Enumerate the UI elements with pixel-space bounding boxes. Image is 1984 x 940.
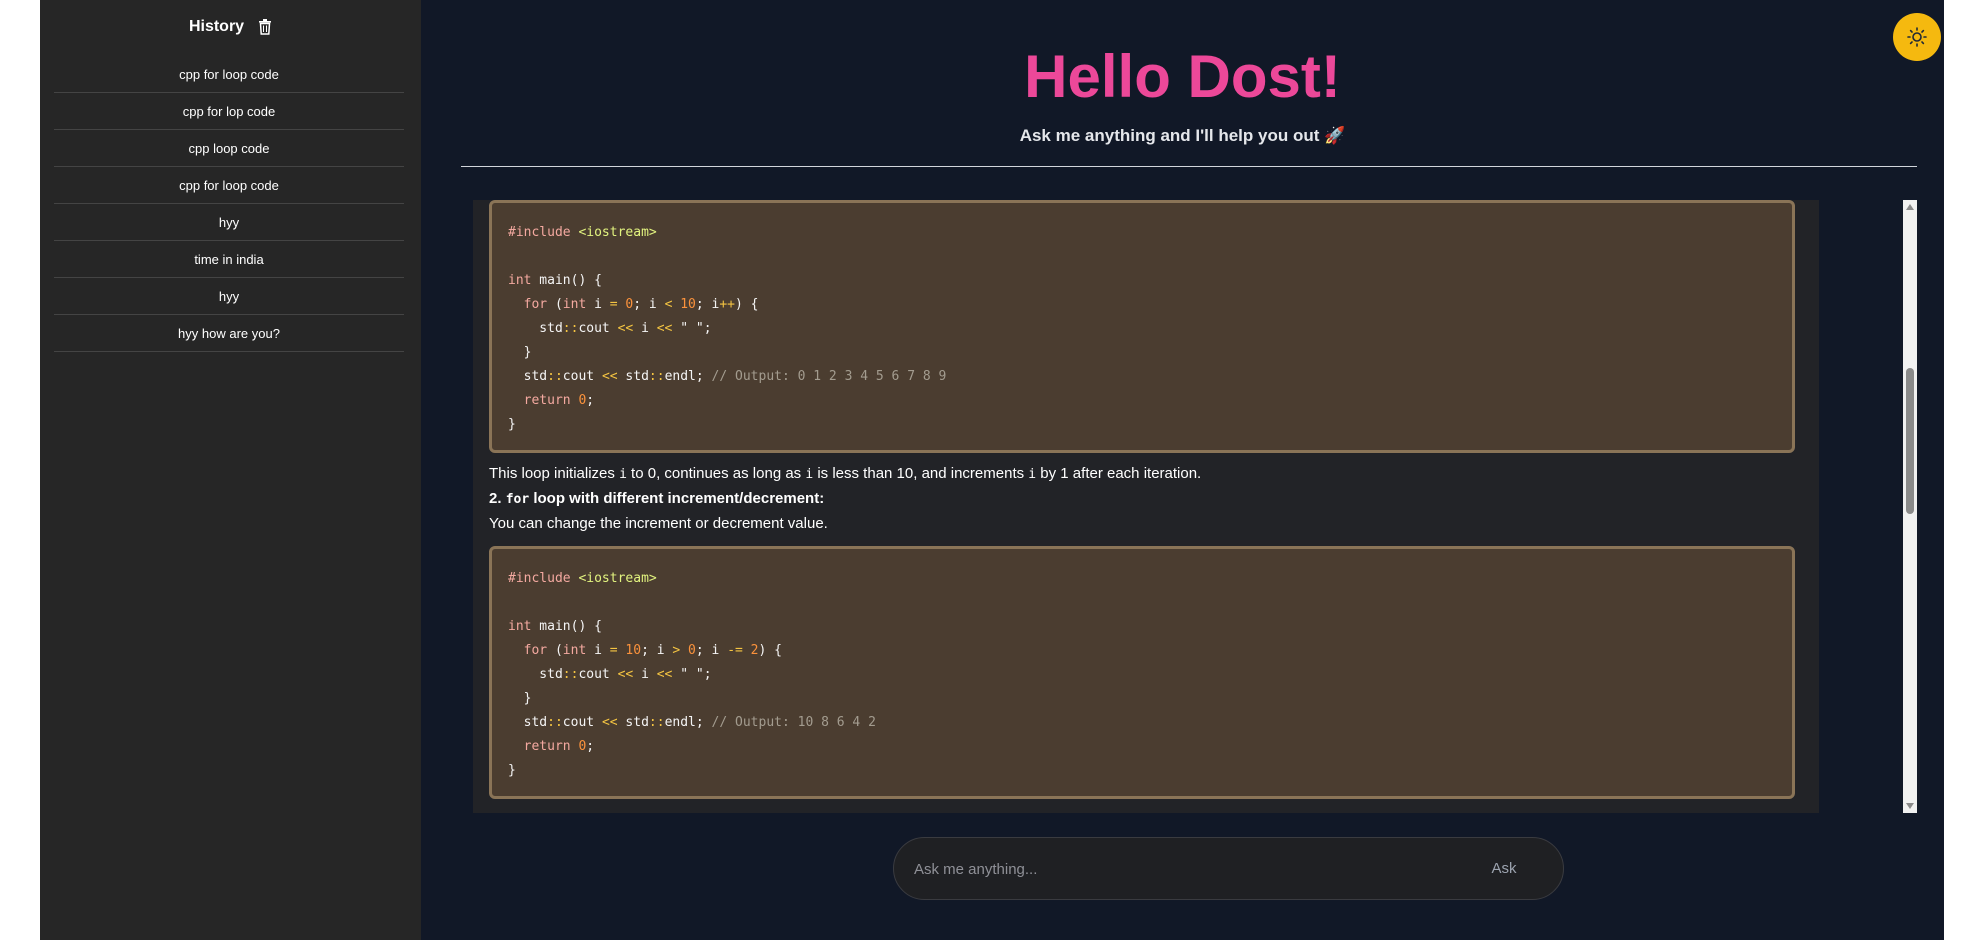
text-segment: by 1 after each iteration. <box>1036 465 1202 482</box>
heading-number: 2. <box>489 490 506 507</box>
scroll-up-arrow-icon[interactable] <box>1903 200 1917 214</box>
code-comment: // Output: 10 8 6 4 2 <box>711 715 876 730</box>
heading-text: loop with different increment/decrement: <box>529 490 825 507</box>
history-item[interactable]: cpp for loop code <box>54 56 404 93</box>
page-title: Hello Dost! <box>1024 43 1341 110</box>
chat-input[interactable] <box>912 838 1436 901</box>
code-content: #include <iostream> int main() { for (in… <box>508 225 947 432</box>
page-subtitle: Ask me anything and I'll help you out 🚀 <box>1019 126 1346 145</box>
code-block: #include <iostream> int main() { for (in… <box>489 200 1795 453</box>
chat-messages[interactable]: #include <iostream> int main() { for (in… <box>473 200 1819 813</box>
theme-toggle-button[interactable] <box>1893 13 1941 61</box>
sun-icon <box>1907 27 1927 47</box>
message-paragraph: You can change the increment or decremen… <box>489 515 828 532</box>
code-block: #include <iostream> int main() { for (in… <box>489 546 1795 799</box>
chat-input-bar: Ask <box>893 837 1564 901</box>
history-item[interactable]: hyy <box>54 278 404 315</box>
ask-button[interactable]: Ask <box>1474 850 1534 887</box>
history-sidebar: History cpp for loop code cpp for lop co… <box>40 0 421 940</box>
message-paragraph: This loop initializes i to 0, continues … <box>489 462 1201 487</box>
code-comment: // Output: 0 1 2 3 4 5 6 7 8 9 <box>711 369 947 384</box>
history-item[interactable]: cpp for loop code <box>54 167 404 204</box>
text-segment: to 0, continues as long as <box>626 465 806 482</box>
scroll-down-arrow-icon[interactable] <box>1903 799 1917 813</box>
section-heading: 2. for loop with different increment/dec… <box>489 487 824 512</box>
history-item[interactable]: hyy how are you? <box>54 315 404 352</box>
history-item[interactable]: cpp loop code <box>54 130 404 167</box>
text-segment: is less than 10, and increments <box>813 465 1029 482</box>
scrollbar-thumb[interactable] <box>1906 368 1914 514</box>
inline-code: for <box>505 492 530 507</box>
inline-code: i <box>805 467 814 482</box>
trash-icon[interactable] <box>258 19 272 35</box>
app-window: History cpp for loop code cpp for lop co… <box>40 0 1944 940</box>
history-item[interactable]: cpp for lop code <box>54 93 404 130</box>
history-item[interactable]: time in india <box>54 241 404 278</box>
inline-code: i <box>619 467 627 482</box>
history-header: History <box>40 14 421 40</box>
chat-scrollbar[interactable] <box>1903 200 1917 813</box>
history-item[interactable]: hyy <box>54 204 404 241</box>
text-segment: This loop initializes <box>489 465 620 482</box>
history-list: cpp for loop code cpp for lop code cpp l… <box>54 56 404 352</box>
inline-code: i <box>1028 467 1037 482</box>
code-content: #include <iostream> int main() { for (in… <box>508 571 876 778</box>
header-divider <box>461 166 1917 167</box>
history-title: History <box>188 18 245 35</box>
